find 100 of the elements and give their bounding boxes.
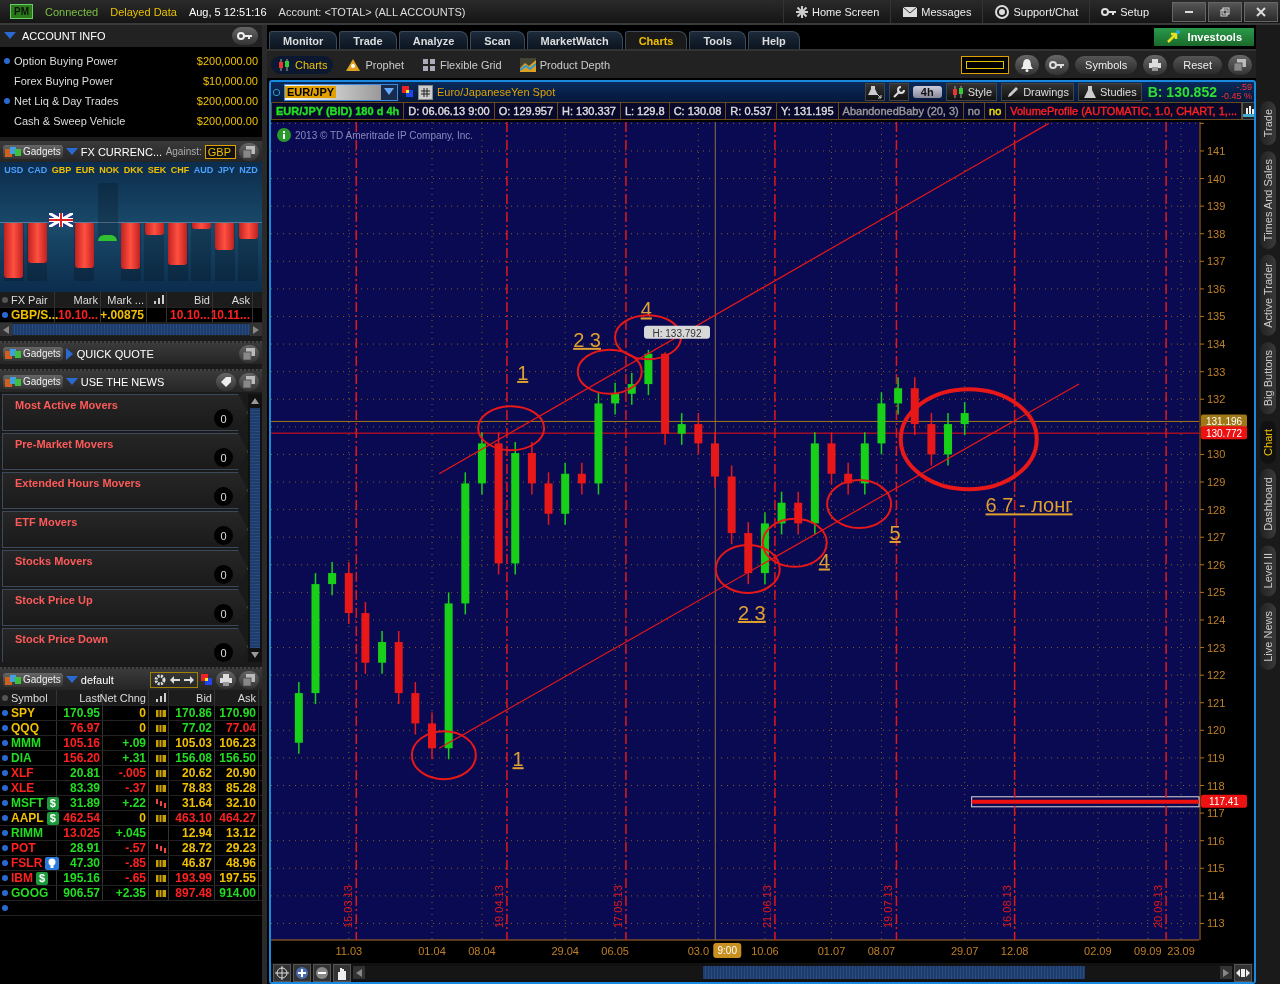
symbol-cell[interactable]: GBP/S...: [11, 308, 59, 322]
gadgets-button[interactable]: Gadgets: [3, 374, 63, 389]
side-tab[interactable]: Active Trader: [1260, 255, 1276, 337]
sub-tab[interactable]: Prophet: [339, 55, 410, 74]
collapse-triangle-icon[interactable]: [65, 147, 78, 156]
row-bullet[interactable]: [2, 740, 8, 746]
symbol-cell[interactable]: GOOG: [11, 886, 49, 900]
row-bullet[interactable]: [2, 875, 8, 881]
news-category-button[interactable]: ETF Movers 0: [2, 511, 248, 548]
column-header[interactable]: Bid: [167, 292, 213, 307]
symbol-cell[interactable]: QQQ: [11, 721, 39, 735]
left-arrow-icon[interactable]: [170, 675, 180, 684]
currency-code[interactable]: CHF: [170, 165, 190, 175]
currency-code[interactable]: CAD: [27, 165, 48, 175]
detach-button[interactable]: [1228, 54, 1252, 75]
side-tab[interactable]: Live News: [1260, 602, 1276, 670]
side-tab[interactable]: Times And Sales: [1260, 151, 1276, 250]
row-bullet[interactable]: [2, 830, 8, 836]
tag-button[interactable]: [216, 372, 236, 391]
main-tab[interactable]: MarketWatch: [526, 31, 623, 49]
minimize-button[interactable]: [1172, 1, 1206, 22]
symbols-button[interactable]: Symbols: [1075, 55, 1138, 74]
symbol-cell[interactable]: FSLR: [11, 856, 43, 870]
wrench-button[interactable]: [888, 83, 909, 101]
account-dropdown[interactable]: Account: <TOTAL> (ALL ACCOUNTS): [278, 5, 466, 18]
row-bullet[interactable]: [2, 755, 8, 761]
row-bullet[interactable]: [2, 725, 8, 731]
sub-tab[interactable]: Charts: [271, 55, 334, 74]
zoom-in-button[interactable]: [293, 963, 311, 982]
dollar-badge[interactable]: $: [36, 871, 49, 885]
news-category-button[interactable]: Most Active Movers 0: [2, 394, 248, 431]
collapse-triangle-icon[interactable]: [65, 675, 78, 684]
currency-code[interactable]: EUR: [75, 165, 95, 175]
zoom-tool-button[interactable]: [864, 83, 885, 101]
row-bullet[interactable]: [2, 905, 8, 911]
horizontal-scrollbar[interactable]: [0, 323, 262, 336]
expand-triangle-icon[interactable]: [65, 347, 74, 360]
right-arrow-icon[interactable]: [184, 675, 194, 684]
currency-code[interactable]: USD: [4, 165, 24, 175]
hash-button[interactable]: [418, 84, 433, 100]
crosshair-button[interactable]: [273, 963, 291, 982]
dollar-badge[interactable]: $: [46, 811, 59, 825]
scrollbar-thumb[interactable]: [250, 408, 260, 648]
scroll-right-button[interactable]: [250, 323, 262, 336]
collapse-triangle-icon[interactable]: [65, 377, 78, 386]
horizontal-scrollbar[interactable]: [353, 965, 1232, 980]
sub-tab[interactable]: Flexible Grid: [415, 55, 508, 74]
symbol-cell[interactable]: DIA: [11, 751, 32, 765]
column-header[interactable]: FX Pair: [9, 292, 55, 307]
main-tab[interactable]: Charts: [624, 31, 688, 49]
detach-button[interactable]: [239, 344, 259, 363]
row-bullet[interactable]: [2, 710, 8, 716]
gear-icon[interactable]: [154, 673, 166, 686]
dollar-badge[interactable]: $: [46, 796, 59, 810]
chart-tool-button[interactable]: Style: [945, 83, 998, 101]
print-button[interactable]: [216, 670, 236, 689]
row-bullet[interactable]: [2, 845, 8, 851]
scroll-left-button[interactable]: [0, 323, 12, 336]
settings-button[interactable]: [232, 27, 258, 45]
chart-tool-button[interactable]: Studies: [1078, 83, 1142, 101]
row-bullet[interactable]: [2, 785, 8, 791]
expand-button[interactable]: [1234, 963, 1252, 982]
news-category-button[interactable]: Stock Price Up 0: [2, 589, 248, 626]
main-tab[interactable]: Scan: [470, 31, 525, 49]
color-squares-icon[interactable]: [402, 86, 414, 98]
up-arrow-icon[interactable]: [251, 398, 259, 404]
news-category-button[interactable]: Stock Price Down 0: [2, 628, 248, 662]
symbol-cell[interactable]: MSFT: [11, 796, 44, 810]
toolbar-link[interactable]: Setup: [1089, 0, 1160, 23]
symbol-cell[interactable]: XLF: [11, 766, 34, 780]
vertical-scrollbar[interactable]: [248, 394, 262, 662]
symbol-cell[interactable]: POT: [11, 841, 36, 855]
symbol-field[interactable]: EUR/JPY: [284, 83, 398, 101]
column-header[interactable]: Ask: [215, 690, 259, 705]
currency-code[interactable]: GBP: [51, 165, 72, 175]
chart-tool-button[interactable]: Drawings: [1001, 83, 1074, 101]
news-category-button[interactable]: Extended Hours Movers 0: [2, 472, 248, 509]
symbol-cell[interactable]: SPY: [11, 706, 35, 720]
print-button[interactable]: [1143, 54, 1168, 75]
currency-code[interactable]: NZD: [239, 165, 258, 175]
reset-button[interactable]: Reset: [1173, 55, 1222, 74]
scrollbar-thumb[interactable]: [702, 966, 1085, 979]
sub-tab[interactable]: Product Depth: [513, 55, 616, 74]
row-bullet[interactable]: [2, 770, 8, 776]
main-tab[interactable]: Trade: [339, 31, 397, 49]
column-header[interactable]: Bid: [169, 690, 215, 705]
row-bullet[interactable]: [2, 890, 8, 896]
chart-settings-button[interactable]: [1242, 102, 1254, 120]
settings-button[interactable]: [1045, 54, 1070, 75]
aggregation-button[interactable]: 4h: [912, 86, 942, 98]
row-bullet[interactable]: [2, 815, 8, 821]
currency-code[interactable]: NOK: [99, 165, 120, 175]
watchlist-tools[interactable]: [150, 671, 198, 688]
news-category-button[interactable]: Stocks Movers 0: [2, 550, 248, 587]
detach-button[interactable]: [239, 142, 259, 161]
data-mode-dropdown[interactable]: Delayed Data: [110, 5, 177, 18]
alert-button[interactable]: [1015, 54, 1040, 75]
row-bullet[interactable]: [2, 800, 8, 806]
column-header[interactable]: Mark ...: [101, 292, 147, 307]
side-tab[interactable]: Chart: [1260, 420, 1276, 464]
